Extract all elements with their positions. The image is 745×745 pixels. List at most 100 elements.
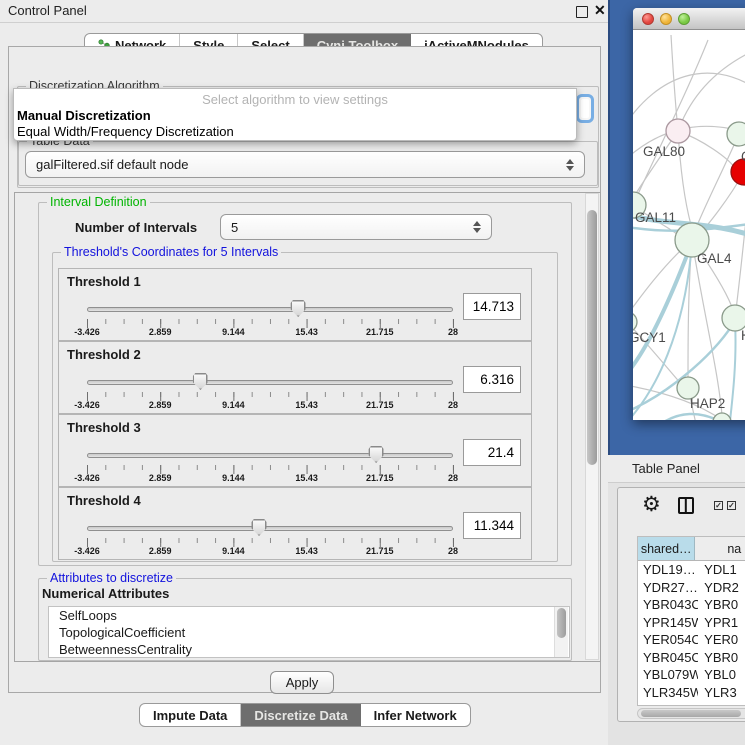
list-item[interactable]: BetweennessCentrality — [49, 641, 569, 658]
list-item[interactable]: SelfLoops — [49, 607, 569, 624]
threshold-value-field[interactable] — [463, 439, 521, 466]
attributes-list-scrollbar[interactable] — [554, 607, 568, 657]
threshold-value-field[interactable] — [463, 366, 521, 393]
node-label: GA — [741, 149, 745, 164]
settings-panel-scrollbar[interactable] — [585, 193, 599, 660]
table-row[interactable]: YLR345WYLR3 — [638, 684, 745, 702]
node-label: GCY1 — [633, 330, 666, 345]
network-graph: GAL80 GA C GAL11 GAL4 GCY1 H HAP2 — [633, 30, 745, 420]
table-horizontal-scrollbar[interactable] — [637, 708, 745, 719]
table-data-value: galFiltered.sif default node — [36, 157, 566, 172]
node-bottom[interactable] — [713, 413, 731, 420]
checkbox-icon[interactable]: ✓ — [714, 501, 723, 510]
dropdown-placeholder: Select algorithm to view settings — [14, 92, 576, 107]
table-row[interactable]: YIL052CYIL0 — [638, 701, 745, 706]
node-label: GAL4 — [697, 251, 732, 266]
threshold-panel-3: Threshold 3 -3.4262.8599.14415.4321.7152… — [58, 414, 532, 487]
minimize-traffic-light-icon[interactable] — [660, 13, 672, 25]
node-label: HAP2 — [690, 396, 725, 411]
stepper-icon[interactable] — [581, 99, 589, 118]
table-row[interactable]: YBL079WYBL0 — [638, 666, 745, 684]
node-gal80[interactable] — [666, 119, 690, 143]
slider-track[interactable] — [87, 526, 453, 531]
algorithm-dropdown-popup: Select algorithm to view settings Manual… — [13, 88, 577, 141]
slider-thumb[interactable] — [369, 446, 384, 463]
number-of-intervals-label: Number of Intervals — [75, 220, 197, 235]
table-row[interactable]: YDL19…YDL1 — [638, 561, 745, 579]
tab-discretize-data[interactable]: Discretize Data — [241, 704, 360, 726]
slider-scale: -3.4262.8599.14415.4321.71528 — [87, 546, 453, 556]
dropdown-option-equal-width[interactable]: Equal Width/Frequency Discretization — [17, 124, 234, 139]
control-panel: Control Panel ✕ Network Style Select Cyn… — [0, 0, 608, 745]
column-header-shared-name[interactable]: shared… — [638, 537, 695, 560]
table-row[interactable]: YER054CYER0 — [638, 631, 745, 649]
stepper-icon — [473, 221, 481, 233]
slider-scale: -3.4262.8599.14415.4321.71528 — [87, 400, 453, 410]
threshold-slider[interactable] — [87, 445, 453, 465]
threshold-value-field[interactable] — [463, 293, 521, 320]
threshold-panel-1: Threshold 1 -3.4262.8599.14415.4321.7152… — [58, 268, 532, 341]
node-gcy1[interactable] — [633, 312, 637, 332]
node-label: GAL80 — [643, 144, 685, 159]
table-row[interactable]: YBR045CYBR0 — [638, 649, 745, 667]
scrollbar-thumb[interactable] — [641, 710, 741, 717]
table-panel-titlebar: Table Panel — [608, 455, 745, 483]
close-traffic-light-icon[interactable] — [642, 13, 654, 25]
numerical-attributes-list[interactable]: SelfLoops TopologicalCoefficient Between… — [48, 606, 570, 658]
algorithm-combobox[interactable] — [576, 94, 594, 123]
network-window-titlebar[interactable] — [633, 8, 745, 30]
group-title: Interval Definition — [47, 195, 150, 209]
table-row[interactable]: YPR145WYPR1 — [638, 614, 745, 632]
tab-impute-data[interactable]: Impute Data — [140, 704, 241, 726]
apply-button[interactable]: Apply — [270, 671, 334, 694]
table-data-select[interactable]: galFiltered.sif default node — [25, 151, 585, 178]
group-title: Threshold's Coordinates for 5 Intervals — [61, 245, 281, 259]
node-top-right[interactable] — [727, 122, 745, 146]
table-row[interactable]: YDR27…YDR2 — [638, 579, 745, 597]
table-header-row: shared… na — [638, 537, 745, 561]
slider-thumb[interactable] — [193, 373, 208, 390]
threshold-slider[interactable] — [87, 372, 453, 392]
float-icon[interactable] — [576, 6, 588, 18]
column-header-name[interactable]: na — [695, 537, 745, 560]
threshold-value-field[interactable] — [463, 512, 521, 539]
close-icon[interactable]: ✕ — [594, 2, 606, 19]
threshold-label: Threshold 1 — [67, 274, 141, 289]
zoom-traffic-light-icon[interactable] — [678, 13, 690, 25]
network-view-window: GAL80 GA C GAL11 GAL4 GCY1 H HAP2 — [633, 8, 745, 420]
threshold-slider[interactable] — [87, 299, 453, 319]
slider-track[interactable] — [87, 380, 453, 385]
threshold-panel-4: Threshold 4 -3.4262.8599.14415.4321.7152… — [58, 487, 532, 560]
table-panel-title: Table Panel — [632, 461, 700, 476]
list-item[interactable]: TopologicalCoefficient — [49, 624, 569, 641]
number-of-intervals-select[interactable]: 5 — [220, 214, 492, 240]
node-label: GAL11 — [635, 210, 676, 225]
slider-thumb[interactable] — [291, 300, 306, 317]
node-label: H — [741, 328, 745, 343]
threshold-label: Threshold 2 — [67, 347, 141, 362]
numerical-attributes-label: Numerical Attributes — [42, 586, 169, 601]
scrollbar-thumb[interactable] — [557, 608, 566, 638]
tab-infer-network[interactable]: Infer Network — [361, 704, 470, 726]
number-of-intervals-value: 5 — [231, 220, 473, 235]
threshold-panel-2: Threshold 2 -3.4262.8599.14415.4321.7152… — [58, 341, 532, 414]
dropdown-option-manual[interactable]: Manual Discretization — [17, 108, 151, 123]
table-panel-card: ⚙ ✓ ✓ shared… na YDL19…YDL1 YDR27…YDR2 Y… — [617, 487, 745, 722]
network-canvas[interactable]: GAL80 GA C GAL11 GAL4 GCY1 H HAP2 — [633, 30, 745, 420]
table-panel-section: Table Panel ⚙ ✓ ✓ shared… na YDL19…YDL1 … — [608, 455, 745, 745]
gear-icon[interactable]: ⚙ — [642, 494, 661, 515]
slider-thumb[interactable] — [252, 519, 267, 536]
table-row[interactable]: YBR043CYBR0 — [638, 596, 745, 614]
threshold-label: Threshold 4 — [67, 493, 141, 508]
app-root: Control Panel ✕ Network Style Select Cyn… — [0, 0, 745, 745]
desktop-background: GAL80 GA C GAL11 GAL4 GCY1 H HAP2 — [608, 0, 745, 455]
split-view-icon[interactable] — [678, 497, 694, 514]
table-body: YDL19…YDL1 YDR27…YDR2 YBR043CYBR0 YPR145… — [638, 561, 745, 706]
threshold-slider[interactable] — [87, 518, 453, 538]
group-title: Attributes to discretize — [47, 571, 176, 585]
scrollbar-thumb[interactable] — [587, 210, 597, 465]
checkbox-icon[interactable]: ✓ — [727, 501, 736, 510]
stepper-icon — [566, 159, 574, 171]
slider-track[interactable] — [87, 453, 453, 458]
slider-track[interactable] — [87, 307, 453, 312]
